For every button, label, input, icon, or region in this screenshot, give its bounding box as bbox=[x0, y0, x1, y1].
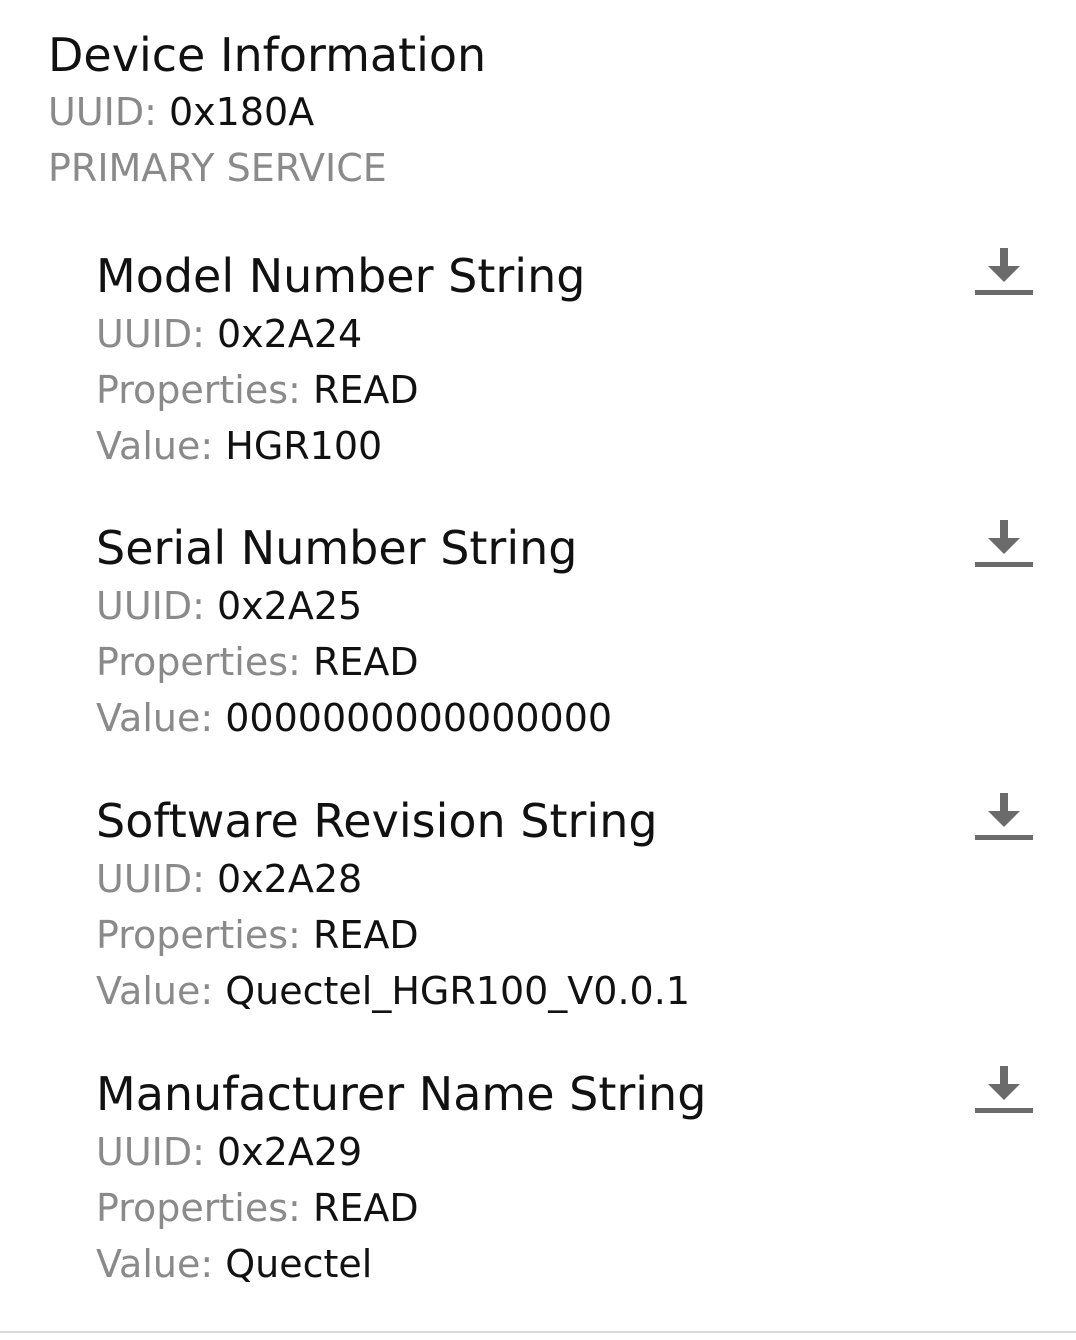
uuid-label: UUID: bbox=[96, 584, 205, 628]
value-label: Value: bbox=[96, 969, 214, 1013]
characteristic-item-software-revision: Software Revision String UUID: 0x2A28 Pr… bbox=[96, 791, 1056, 1019]
service-name: Device Information bbox=[48, 28, 487, 82]
uuid-value: 0x2A28 bbox=[217, 857, 363, 901]
value-label: Value: bbox=[96, 424, 214, 468]
properties-label: Properties: bbox=[96, 913, 301, 957]
read-button[interactable] bbox=[972, 1062, 1036, 1122]
uuid-value: 0x2A25 bbox=[217, 584, 363, 628]
uuid-label: UUID: bbox=[96, 312, 205, 356]
characteristic-value: 0000000000000000 bbox=[225, 696, 613, 740]
characteristic-properties-row: Properties: READ bbox=[96, 634, 1056, 690]
properties-label: Properties: bbox=[96, 1186, 301, 1230]
characteristic-value: HGR100 bbox=[225, 424, 383, 468]
characteristic-item-serial-number: Serial Number String UUID: 0x2A25 Proper… bbox=[96, 518, 1056, 746]
download-icon bbox=[975, 793, 1033, 840]
characteristic-value-row: Value: Quectel bbox=[96, 1236, 1056, 1292]
download-icon bbox=[975, 520, 1033, 567]
characteristic-uuid-row: UUID: 0x2A28 bbox=[96, 851, 1056, 907]
value-label: Value: bbox=[96, 1242, 214, 1286]
service-type: PRIMARY SERVICE bbox=[48, 146, 387, 190]
download-icon bbox=[975, 248, 1033, 295]
uuid-label: UUID: bbox=[96, 1130, 205, 1174]
uuid-value: 0x2A24 bbox=[217, 312, 363, 356]
properties-value: READ bbox=[312, 1186, 419, 1230]
characteristic-name: Manufacturer Name String bbox=[96, 1067, 707, 1121]
characteristic-name: Serial Number String bbox=[96, 521, 578, 575]
read-button[interactable] bbox=[972, 789, 1036, 849]
read-button[interactable] bbox=[972, 244, 1036, 304]
service-uuid-label: UUID: bbox=[48, 90, 157, 134]
value-label: Value: bbox=[96, 696, 214, 740]
service-uuid-value: 0x180A bbox=[169, 90, 315, 134]
characteristic-value: Quectel bbox=[225, 1242, 373, 1286]
download-icon bbox=[975, 1066, 1033, 1113]
service-header[interactable]: Device Information UUID: 0x180A PRIMARY … bbox=[48, 26, 486, 196]
characteristic-properties-row: Properties: READ bbox=[96, 907, 1056, 963]
characteristic-name: Software Revision String bbox=[96, 794, 658, 848]
characteristic-item-model-number: Model Number String UUID: 0x2A24 Propert… bbox=[96, 246, 1056, 474]
characteristic-uuid-row: UUID: 0x2A25 bbox=[96, 578, 1056, 634]
characteristic-value-row: Value: 0000000000000000 bbox=[96, 690, 1056, 746]
properties-label: Properties: bbox=[96, 640, 301, 684]
uuid-label: UUID: bbox=[96, 857, 205, 901]
characteristic-item-manufacturer-name: Manufacturer Name String UUID: 0x2A29 Pr… bbox=[96, 1064, 1056, 1292]
characteristic-properties-row: Properties: READ bbox=[96, 1180, 1056, 1236]
characteristic-uuid-row: UUID: 0x2A24 bbox=[96, 306, 1056, 362]
bottom-divider bbox=[0, 1331, 1076, 1333]
characteristic-value-row: Value: Quectel_HGR100_V0.0.1 bbox=[96, 963, 1056, 1019]
properties-value: READ bbox=[312, 368, 419, 412]
characteristic-value: Quectel_HGR100_V0.0.1 bbox=[225, 969, 690, 1013]
properties-value: READ bbox=[312, 640, 419, 684]
characteristic-uuid-row: UUID: 0x2A29 bbox=[96, 1124, 1056, 1180]
service-uuid-row: UUID: 0x180A bbox=[48, 84, 486, 140]
properties-label: Properties: bbox=[96, 368, 301, 412]
uuid-value: 0x2A29 bbox=[217, 1130, 363, 1174]
properties-value: READ bbox=[312, 913, 419, 957]
characteristic-properties-row: Properties: READ bbox=[96, 362, 1056, 418]
characteristic-name: Model Number String bbox=[96, 249, 586, 303]
characteristic-value-row: Value: HGR100 bbox=[96, 418, 1056, 474]
read-button[interactable] bbox=[972, 516, 1036, 576]
